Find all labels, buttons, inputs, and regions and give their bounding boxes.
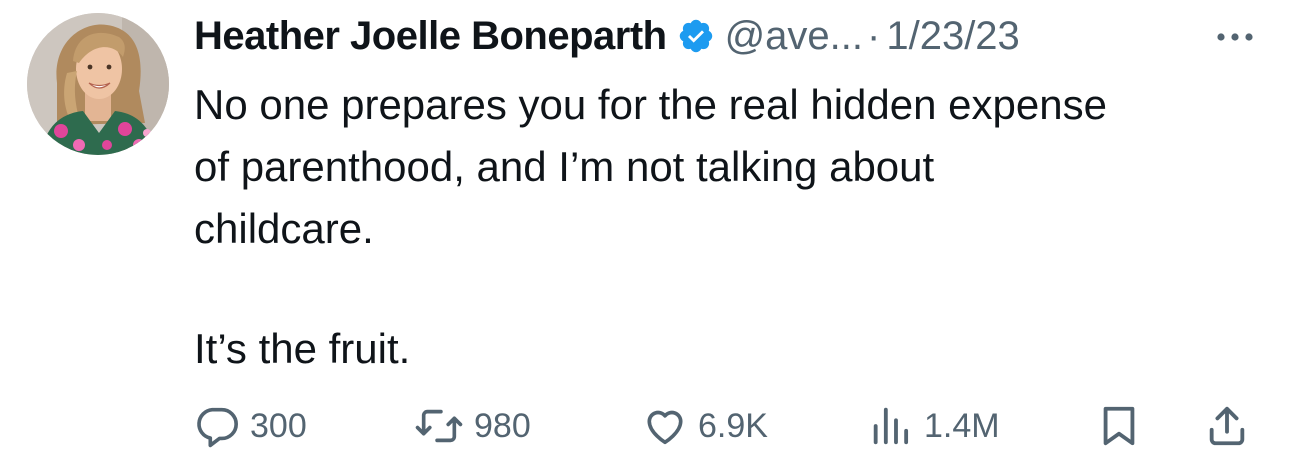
tweet-date[interactable]: 1/23/23 (886, 14, 1019, 59)
avatar[interactable] (27, 13, 169, 155)
avatar-image (27, 13, 169, 155)
reply-count: 300 (250, 406, 307, 445)
separator-dot: · (867, 13, 881, 58)
tweet-text-line: No one prepares you for the real hidden … (194, 81, 1107, 128)
tweet-text-line: of parenthood, and I’m not talking about (194, 143, 935, 190)
like-button[interactable]: 6.9K (642, 398, 768, 454)
retweet-count: 980 (474, 406, 531, 445)
views-icon (868, 403, 914, 449)
share-icon (1204, 403, 1250, 449)
action-bar: 300 980 6.9K 1.4M (194, 398, 1258, 454)
verified-badge-icon (677, 17, 715, 55)
tweet-header: Heather Joelle Boneparth @ave... · 1/23/… (194, 10, 1020, 62)
retweet-button[interactable]: 980 (414, 398, 531, 454)
more-icon[interactable] (1212, 22, 1258, 52)
tweet: Heather Joelle Boneparth @ave... · 1/23/… (0, 0, 1290, 472)
tweet-text-line: It’s the fruit. (194, 325, 411, 372)
handle[interactable]: @ave... (725, 14, 863, 59)
reply-icon (194, 403, 240, 449)
views-count: 1.4M (924, 406, 1000, 445)
bookmark-icon (1096, 403, 1142, 449)
display-name[interactable]: Heather Joelle Boneparth (194, 14, 667, 59)
heart-icon (642, 403, 688, 449)
retweet-icon (414, 403, 464, 449)
bookmark-button[interactable] (1096, 398, 1142, 454)
reply-button[interactable]: 300 (194, 398, 307, 454)
tweet-text: No one prepares you for the real hidden … (194, 74, 1254, 260)
tweet-text-line: childcare. (194, 205, 374, 252)
like-count: 6.9K (698, 406, 768, 445)
views-button[interactable]: 1.4M (868, 398, 1000, 454)
share-button[interactable] (1204, 398, 1250, 454)
